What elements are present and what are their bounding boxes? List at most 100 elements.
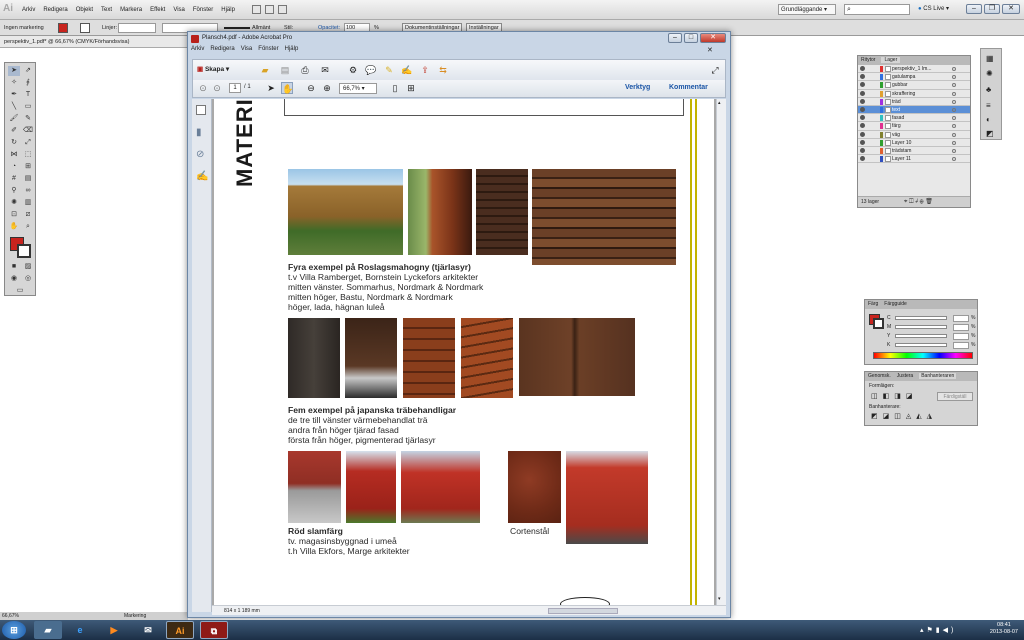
- sign-icon[interactable]: ✍: [401, 64, 413, 76]
- document-area[interactable]: MATERIAL Fyra exempel på Roslagsmahogny …: [212, 99, 716, 605]
- channel-slider[interactable]: [895, 316, 947, 320]
- visibility-eye-icon[interactable]: [860, 139, 865, 145]
- menu-fonster[interactable]: Fönster: [189, 0, 217, 20]
- gradient-icon[interactable]: ◐: [986, 115, 997, 124]
- attachments-icon[interactable]: ⊘: [196, 149, 204, 160]
- acro-menu-visa[interactable]: Visa: [241, 46, 253, 52]
- visibility-eye-icon[interactable]: [860, 90, 865, 96]
- tray-icons[interactable]: ▴⚑▮◀): [920, 626, 956, 634]
- scroll-thumb[interactable]: [548, 608, 618, 614]
- channel-slider[interactable]: [895, 334, 947, 338]
- zoom-readout[interactable]: 66,67%: [2, 613, 19, 619]
- comment-icon[interactable]: 💬: [365, 64, 377, 76]
- acro-menu-arkiv[interactable]: Arkiv: [191, 46, 204, 52]
- menu-effekt[interactable]: Effekt: [146, 0, 169, 20]
- eraser-icon[interactable]: ⌫: [22, 126, 34, 136]
- layer-row[interactable]: färg: [858, 122, 970, 131]
- tab-color[interactable]: Färg: [868, 301, 878, 307]
- appearance-icon[interactable]: ◩: [986, 129, 997, 138]
- explorer-icon[interactable]: ▰: [34, 621, 62, 639]
- channel-slider[interactable]: [895, 343, 947, 347]
- target-circle-icon[interactable]: [952, 132, 956, 137]
- pen-tool-icon[interactable]: ✒: [8, 90, 20, 100]
- channel-input[interactable]: [953, 333, 969, 340]
- comment-pane-button[interactable]: Kommentar: [669, 84, 708, 91]
- visibility-eye-icon[interactable]: [860, 66, 865, 71]
- hand-tool-icon[interactable]: ✋: [8, 222, 20, 232]
- search-input[interactable]: ⌕: [844, 4, 910, 15]
- print-icon[interactable]: ⎙: [299, 64, 311, 76]
- layer-row[interactable]: trädstam: [858, 147, 970, 156]
- channel-input[interactable]: [953, 342, 969, 349]
- save-icon[interactable]: ▤: [279, 64, 291, 76]
- gradient-mode-icon[interactable]: ▨: [22, 262, 34, 272]
- minimize-icon[interactable]: –: [668, 33, 682, 43]
- email-icon[interactable]: ✉: [319, 64, 331, 76]
- lasso-icon[interactable]: ∮: [22, 78, 34, 88]
- target-circle-icon[interactable]: [952, 124, 956, 129]
- menu-hjalp[interactable]: Hjälp: [217, 0, 239, 20]
- symbol-sprayer-icon[interactable]: ✺: [8, 198, 20, 208]
- type-tool-icon[interactable]: T: [22, 90, 34, 100]
- signatures-icon[interactable]: ✍: [196, 171, 208, 182]
- hand-tool-icon[interactable]: ✋: [281, 82, 293, 94]
- target-circle-icon[interactable]: [952, 83, 956, 88]
- expand-button[interactable]: Färdigställ: [937, 392, 973, 401]
- tab-align[interactable]: Justera: [897, 373, 913, 379]
- channel-input[interactable]: [953, 324, 969, 331]
- eyedropper-icon[interactable]: ⚲: [8, 186, 20, 196]
- fit-page-icon[interactable]: ▯: [389, 82, 401, 94]
- layer-row[interactable]: gatulampa: [858, 73, 970, 82]
- acro-menu-redigera[interactable]: Redigera: [210, 46, 234, 52]
- next-page-icon[interactable]: ⊙: [211, 82, 223, 94]
- draw-behind-icon[interactable]: ◎: [22, 274, 34, 284]
- page-thumbnails-icon[interactable]: [196, 105, 206, 115]
- close-icon[interactable]: ✕: [700, 33, 726, 43]
- create-button[interactable]: ▣ Skapa ▾: [197, 65, 229, 73]
- select-tool-icon[interactable]: ➤: [265, 82, 277, 94]
- layer-row[interactable]: Layer 11: [858, 155, 970, 164]
- stroke-icon[interactable]: ≡: [986, 101, 997, 110]
- stroke-color-icon[interactable]: [17, 244, 31, 258]
- layer-row[interactable]: gubbar: [858, 81, 970, 90]
- minimize-icon[interactable]: –: [966, 4, 982, 14]
- color-stroke-icon[interactable]: [873, 318, 884, 329]
- maximize-icon[interactable]: □: [684, 33, 698, 43]
- menu-objekt[interactable]: Objekt: [72, 0, 97, 20]
- rotate-tool-icon[interactable]: ↻: [8, 138, 20, 148]
- scale-tool-icon[interactable]: ⤢: [22, 138, 34, 148]
- pencil-icon[interactable]: ✎: [22, 114, 34, 124]
- scroll-up-icon[interactable]: ▴: [718, 100, 725, 107]
- target-circle-icon[interactable]: [952, 67, 956, 71]
- slice-tool-icon[interactable]: ⧄: [22, 210, 34, 220]
- gradient-tool-icon[interactable]: ▤: [22, 174, 34, 184]
- selection-tool-icon[interactable]: ➤: [8, 66, 20, 76]
- system-clock[interactable]: 08:41 2013-08-07: [990, 622, 1018, 636]
- pathfinder-icons[interactable]: ◩◪◫◬◭◮: [871, 412, 937, 420]
- direct-selection-tool-icon[interactable]: ⇗: [22, 66, 34, 76]
- target-circle-icon[interactable]: [952, 157, 956, 162]
- column-graph-icon[interactable]: ▥: [22, 198, 34, 208]
- acro-menu-hjalp[interactable]: Hjälp: [285, 46, 299, 52]
- blend-tool-icon[interactable]: ∞: [22, 186, 34, 196]
- menu-arkiv[interactable]: Arkiv: [18, 0, 39, 20]
- shape-mode-icons[interactable]: ◫◧◨◪: [871, 392, 917, 400]
- visibility-eye-icon[interactable]: [860, 147, 865, 153]
- restore-icon[interactable]: ❐: [984, 4, 1000, 14]
- previous-page-icon[interactable]: ⊙: [197, 82, 209, 94]
- visibility-eye-icon[interactable]: [860, 115, 865, 121]
- target-circle-icon[interactable]: [952, 91, 956, 96]
- color-mode-icon[interactable]: ■: [8, 262, 20, 272]
- expand-icon[interactable]: ⤢: [709, 64, 721, 76]
- blob-brush-icon[interactable]: ✐: [8, 126, 20, 136]
- mail-icon[interactable]: ✉: [134, 621, 162, 639]
- zoom-field[interactable]: 66,7% ▾: [339, 83, 377, 94]
- illustrator-taskbar-icon[interactable]: Ai: [166, 621, 194, 639]
- vertical-scrollbar[interactable]: ▴ ▾: [716, 99, 726, 605]
- paintbrush-icon[interactable]: 🖌: [8, 114, 20, 124]
- channel-input[interactable]: [953, 315, 969, 322]
- layer-row[interactable]: väg: [858, 131, 970, 139]
- target-circle-icon[interactable]: [952, 116, 956, 121]
- menu-redigera[interactable]: Redigera: [39, 0, 71, 20]
- export-icon[interactable]: ⇪: [419, 64, 431, 76]
